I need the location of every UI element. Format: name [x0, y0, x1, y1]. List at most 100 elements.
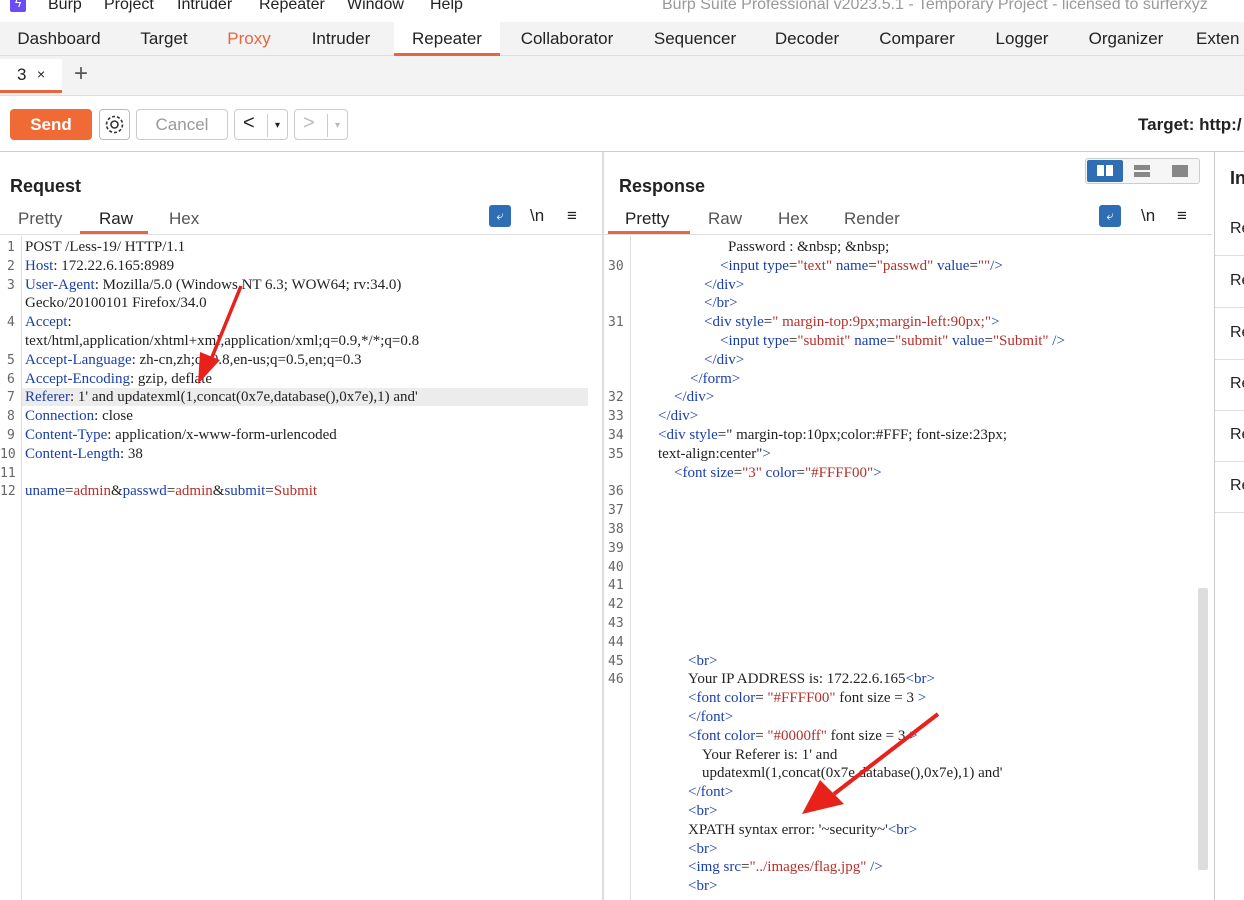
tab-dashboard[interactable]: Dashboard — [6, 22, 112, 56]
request-tab-hex[interactable]: Hex — [169, 209, 199, 229]
side-by-side-layout-button[interactable] — [1087, 160, 1123, 182]
response-tab-render[interactable]: Render — [844, 209, 900, 229]
attr-name: value — [951, 333, 985, 349]
header-value: : — [67, 314, 76, 331]
inspector-section[interactable]: Re — [1215, 256, 1244, 308]
request-tab-raw[interactable]: Raw — [99, 209, 133, 229]
line-number: 33 — [608, 409, 624, 425]
menu-help[interactable]: Help — [430, 0, 463, 14]
menu-icon[interactable]: ≡ — [567, 206, 577, 226]
text-segment: = — [969, 257, 978, 274]
inspector-section[interactable]: Re — [1215, 359, 1244, 411]
html-tag: > — [762, 445, 771, 462]
line-number: 37 — [608, 503, 624, 519]
repeater-tab-label: 3 — [17, 65, 27, 84]
forward-arrow-button[interactable]: > — [303, 112, 315, 135]
response-tab-pretty[interactable]: Pretty — [625, 209, 669, 229]
header-value: : application/x-www-form-urlencoded — [107, 427, 337, 443]
attr-name: value — [936, 257, 970, 274]
tab-logger[interactable]: Logger — [984, 22, 1060, 56]
inspector-section-label: Re — [1230, 477, 1244, 494]
forward-dropdown-button[interactable]: ▾ — [327, 114, 347, 137]
wrap-lines-icon[interactable]: ⤶ — [489, 205, 511, 227]
tab-collaborator[interactable]: Collaborator — [508, 22, 626, 56]
line-number: 38 — [608, 522, 624, 537]
close-icon[interactable]: × — [37, 66, 45, 82]
tab-intruder[interactable]: Intruder — [298, 22, 384, 56]
vertical-scrollbar[interactable] — [1198, 588, 1208, 870]
header-name: Connection — [25, 408, 95, 425]
newline-toggle[interactable]: \n — [1141, 206, 1155, 226]
line-gutter — [0, 236, 22, 900]
menu-window[interactable]: Window — [347, 0, 404, 14]
menu-burp[interactable]: Burp — [48, 0, 82, 14]
response-line: <br> — [688, 878, 717, 895]
line-number: 35 — [608, 446, 624, 462]
stacked-layout-button[interactable] — [1124, 160, 1160, 182]
text-segment: font size = 3 — [835, 690, 918, 707]
settings-button[interactable] — [99, 109, 130, 140]
target-label[interactable]: Target: http:/ — [1138, 115, 1242, 135]
response-line: </div> — [658, 408, 698, 425]
html-tag: <div — [658, 427, 686, 443]
back-dropdown-button[interactable]: ▾ — [267, 114, 287, 137]
response-line: </br> — [704, 295, 738, 312]
send-button[interactable]: Send — [10, 109, 92, 140]
tabs-layout-button[interactable] — [1162, 160, 1198, 182]
html-tag: > — [708, 878, 718, 895]
inspector-section[interactable]: Re — [1215, 461, 1244, 513]
tab-proxy[interactable]: Proxy — [214, 22, 284, 56]
inspector-section[interactable]: Re — [1215, 204, 1244, 256]
line-number: 45 — [608, 653, 624, 669]
response-tab-hex[interactable]: Hex — [778, 209, 808, 229]
tab-extensions[interactable]: Exten — [1196, 22, 1244, 56]
request-panel: Request Pretty Raw Hex ⤶ \n ≡ 1 POST /Les… — [0, 152, 602, 900]
response-line: text-align:center"> — [658, 446, 771, 463]
menu-intruder[interactable]: Intruder — [177, 0, 232, 14]
add-tab-icon[interactable]: + — [74, 60, 88, 88]
attr-name: name — [835, 257, 869, 274]
back-arrow-button[interactable]: < — [243, 112, 255, 135]
text-segment: Your Referer is: 1' and — [702, 746, 838, 763]
inspector-title: In — [1230, 168, 1244, 188]
line-number: 36 — [608, 484, 624, 500]
html-tag: > — [873, 464, 882, 481]
html-tag: /> — [1052, 333, 1065, 349]
response-line: </form> — [690, 371, 740, 388]
response-tab-raw[interactable]: Raw — [708, 209, 742, 229]
text-segment: XPATH syntax error: '~security~' — [688, 821, 888, 838]
repeater-tab-3[interactable]: 3 × — [0, 59, 62, 93]
cancel-button[interactable]: Cancel — [136, 109, 228, 140]
response-line: <br> — [688, 653, 717, 670]
request-tab-pretty[interactable]: Pretty — [18, 209, 62, 229]
attr-value: "#0000ff" — [767, 727, 827, 744]
line-number: 9 — [7, 428, 15, 443]
tab-repeater[interactable]: Repeater — [394, 22, 500, 56]
response-line: <img src="../images/flag.jpg" /> — [688, 859, 883, 876]
attr-value: " margin-top:9px;margin-left:90px;" — [772, 314, 991, 331]
inspector-section-label: Re — [1230, 324, 1244, 341]
tab-target[interactable]: Target — [124, 22, 204, 56]
tab-comparer[interactable]: Comparer — [866, 22, 968, 56]
text-segment: = — [868, 257, 877, 274]
newline-toggle[interactable]: \n — [530, 206, 544, 226]
inspector-section[interactable]: Re — [1215, 308, 1244, 360]
response-line: <font size="3" color="#FFFF00"> — [674, 465, 882, 482]
request-line: User-Agent: Mozilla/5.0 (Windows NT 6.3;… — [25, 277, 401, 294]
forward-nav-group: > ▾ — [294, 109, 348, 140]
html-tag: > — [990, 314, 1000, 331]
tab-sequencer[interactable]: Sequencer — [642, 22, 748, 56]
request-line: Accept-Encoding: gzip, deflate — [25, 371, 212, 388]
menu-project[interactable]: Project — [104, 0, 154, 14]
tab-decoder[interactable]: Decoder — [764, 22, 850, 56]
attr-value: "3" — [742, 464, 762, 481]
inspector-section[interactable]: Re — [1215, 410, 1244, 462]
tab-organizer[interactable]: Organizer — [1076, 22, 1176, 56]
wrap-lines-icon[interactable]: ⤶ — [1099, 205, 1121, 227]
menu-repeater[interactable]: Repeater — [259, 0, 325, 14]
text-segment: Password : &nbsp; &nbsp; — [728, 239, 890, 255]
menu-icon[interactable]: ≡ — [1177, 206, 1187, 226]
request-line: uname=admin&passwd=admin&submit=Submit — [25, 483, 317, 500]
request-line: Connection: close — [25, 408, 133, 425]
response-line: </div> — [704, 352, 744, 369]
